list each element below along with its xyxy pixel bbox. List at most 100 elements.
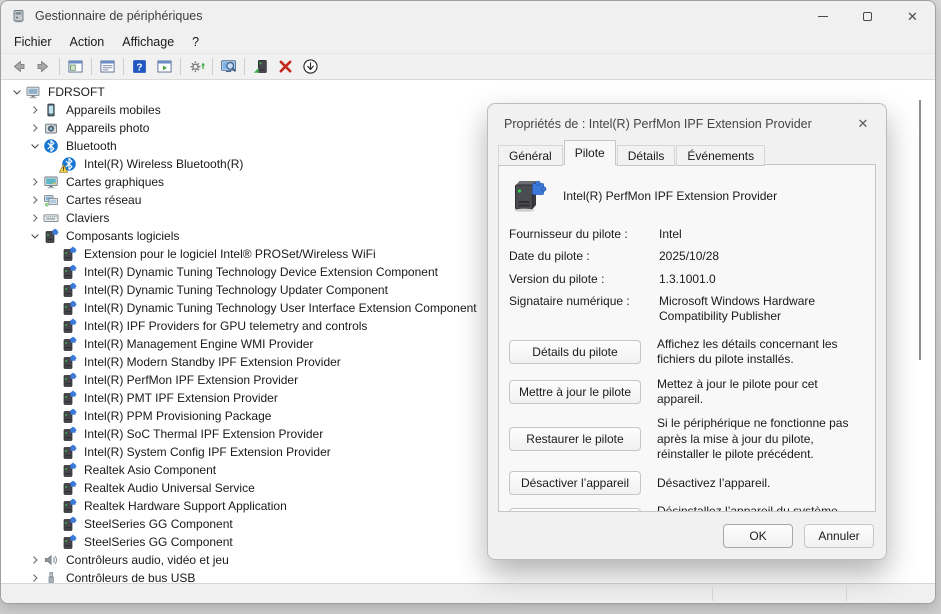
titlebar: Gestionnaire de périphériques ✕ xyxy=(1,1,935,31)
tree-item-label: SteelSeries GG Component xyxy=(82,517,235,531)
chevron-down-icon[interactable] xyxy=(9,84,25,100)
svg-text:?: ? xyxy=(136,63,142,74)
indent-spacer xyxy=(45,426,61,442)
ok-button[interactable]: OK xyxy=(723,524,793,548)
indent-spacer xyxy=(45,372,61,388)
display-icon xyxy=(43,174,59,190)
indent-spacer xyxy=(45,300,61,316)
disable-device-button-description: Désactivez l’appareil. xyxy=(657,476,865,491)
disable-button[interactable] xyxy=(298,55,323,79)
dialog-close-button[interactable]: ✕ xyxy=(854,115,872,133)
indent-spacer xyxy=(45,462,61,478)
uninstall-device-button[interactable]: Désinstaller l’appareil xyxy=(509,508,641,512)
driver-info-row: Signataire numérique :Microsoft Windows … xyxy=(509,294,865,325)
menu-action[interactable]: Action xyxy=(61,33,114,51)
maximize-button[interactable] xyxy=(845,1,890,31)
help-button[interactable]: ? xyxy=(127,55,152,79)
scan-hardware-button[interactable] xyxy=(216,55,241,79)
driver-info-value: Microsoft Windows Hardware Compatibility… xyxy=(659,294,865,325)
tree-item-label: Intel(R) SoC Thermal IPF Extension Provi… xyxy=(82,427,325,441)
menu-aide[interactable]: ? xyxy=(183,33,208,51)
tab-general[interactable]: Général xyxy=(498,145,563,166)
warning-icon xyxy=(59,164,68,173)
software-component-icon xyxy=(43,228,59,244)
close-button[interactable]: ✕ xyxy=(890,1,935,31)
back-icon xyxy=(10,58,27,75)
properties-dialog: Propriétés de : Intel(R) PerfMon IPF Ext… xyxy=(487,103,887,560)
disable-device-button[interactable]: Désactiver l’appareil xyxy=(509,471,641,495)
statusbar-separator xyxy=(712,587,713,601)
update-driver-button[interactable]: Mettre à jour le pilote xyxy=(509,380,641,404)
forward-button[interactable] xyxy=(31,55,56,79)
driver-info-label: Version du pilote : xyxy=(509,272,659,287)
update-driver-button[interactable] xyxy=(184,55,209,79)
chevron-right-icon[interactable] xyxy=(27,192,43,208)
close-icon: ✕ xyxy=(907,10,918,23)
toolbar-separator xyxy=(244,58,245,75)
chevron-down-icon[interactable] xyxy=(27,138,43,154)
chevron-down-icon[interactable] xyxy=(27,228,43,244)
tab-evenements[interactable]: Événements xyxy=(676,145,765,166)
tab-details[interactable]: Détails xyxy=(617,145,676,166)
indent-spacer xyxy=(45,264,61,280)
usb-icon xyxy=(43,570,59,583)
rollback-driver-button[interactable]: Restaurer le pilote xyxy=(509,427,641,451)
chevron-right-icon[interactable] xyxy=(27,102,43,118)
driver-action-row: Mettre à jour le pilote Mettez à jour le … xyxy=(509,377,865,408)
dialog-title: Propriétés de : Intel(R) PerfMon IPF Ext… xyxy=(488,104,886,137)
software-component-icon xyxy=(61,534,77,550)
toolbar-separator xyxy=(91,58,92,75)
tree-item-label: Appareils photo xyxy=(64,121,151,135)
software-component-icon xyxy=(61,372,77,388)
indent-spacer xyxy=(45,534,61,550)
menu-affichage[interactable]: Affichage xyxy=(113,33,183,51)
software-component-icon xyxy=(61,444,77,460)
indent-spacer xyxy=(45,516,61,532)
vertical-scrollbar[interactable] xyxy=(919,100,921,360)
driver-info-row: Date du pilote :2025/10/28 xyxy=(509,249,865,264)
chevron-right-icon[interactable] xyxy=(27,120,43,136)
chevron-right-icon[interactable] xyxy=(27,570,43,583)
software-component-icon xyxy=(61,336,77,352)
tab-pilote[interactable]: Pilote xyxy=(564,140,616,165)
tree-item[interactable]: FDRSOFT xyxy=(1,83,935,101)
indent-spacer xyxy=(45,480,61,496)
menubar: FichierActionAffichage? xyxy=(1,31,935,53)
chevron-right-icon[interactable] xyxy=(27,174,43,190)
update-driver-button-description: Mettez à jour le pilote pour cet apparei… xyxy=(657,377,865,408)
tree-item-label: Extension pour le logiciel Intel® PROSet… xyxy=(82,247,378,261)
dialog-tabs: GénéralPiloteDétailsÉvénements xyxy=(498,140,886,165)
tree-item-label: Cartes graphiques xyxy=(64,175,166,189)
cancel-button[interactable]: Annuler xyxy=(804,524,874,548)
software-component-icon xyxy=(61,426,77,442)
driver-actions: Détails du piloteAffichez les détails co… xyxy=(499,332,875,512)
driver-info-label: Signataire numérique : xyxy=(509,294,659,325)
driver-software-button[interactable] xyxy=(248,55,273,79)
minimize-button[interactable] xyxy=(800,1,845,31)
audio-icon xyxy=(43,552,59,568)
toolbar-separator xyxy=(123,58,124,75)
uninstall-button[interactable] xyxy=(273,55,298,79)
console-tree-button[interactable] xyxy=(63,55,88,79)
window-title: Gestionnaire de périphériques xyxy=(35,9,202,23)
toolbar-separator xyxy=(212,58,213,75)
back-button[interactable] xyxy=(6,55,31,79)
device-manager-icon xyxy=(11,8,27,24)
tree-item[interactable]: Contrôleurs de bus USB xyxy=(1,569,935,583)
software-component-icon xyxy=(61,408,77,424)
tree-item-label: Intel(R) PerfMon IPF Extension Provider xyxy=(82,373,300,387)
tree-item-label: FDRSOFT xyxy=(46,85,107,99)
driver-info-value: 1.3.1001.0 xyxy=(659,272,865,287)
software-component-icon xyxy=(61,282,77,298)
rollback-driver-button-description: Si le périphérique ne fonctionne pas apr… xyxy=(657,416,865,462)
properties-button[interactable] xyxy=(95,55,120,79)
chevron-right-icon[interactable] xyxy=(27,552,43,568)
chevron-right-icon[interactable] xyxy=(27,210,43,226)
driver-action-row: Désactiver l’appareil Désactivez l’appare… xyxy=(509,471,865,495)
help-icon: ? xyxy=(131,58,148,75)
menu-fichier[interactable]: Fichier xyxy=(5,33,61,51)
device-name: Intel(R) PerfMon IPF Extension Provider xyxy=(563,189,777,203)
driver-details-button[interactable]: Détails du pilote xyxy=(509,340,641,364)
toolbar-separator xyxy=(180,58,181,75)
action-pane-button[interactable] xyxy=(152,55,177,79)
